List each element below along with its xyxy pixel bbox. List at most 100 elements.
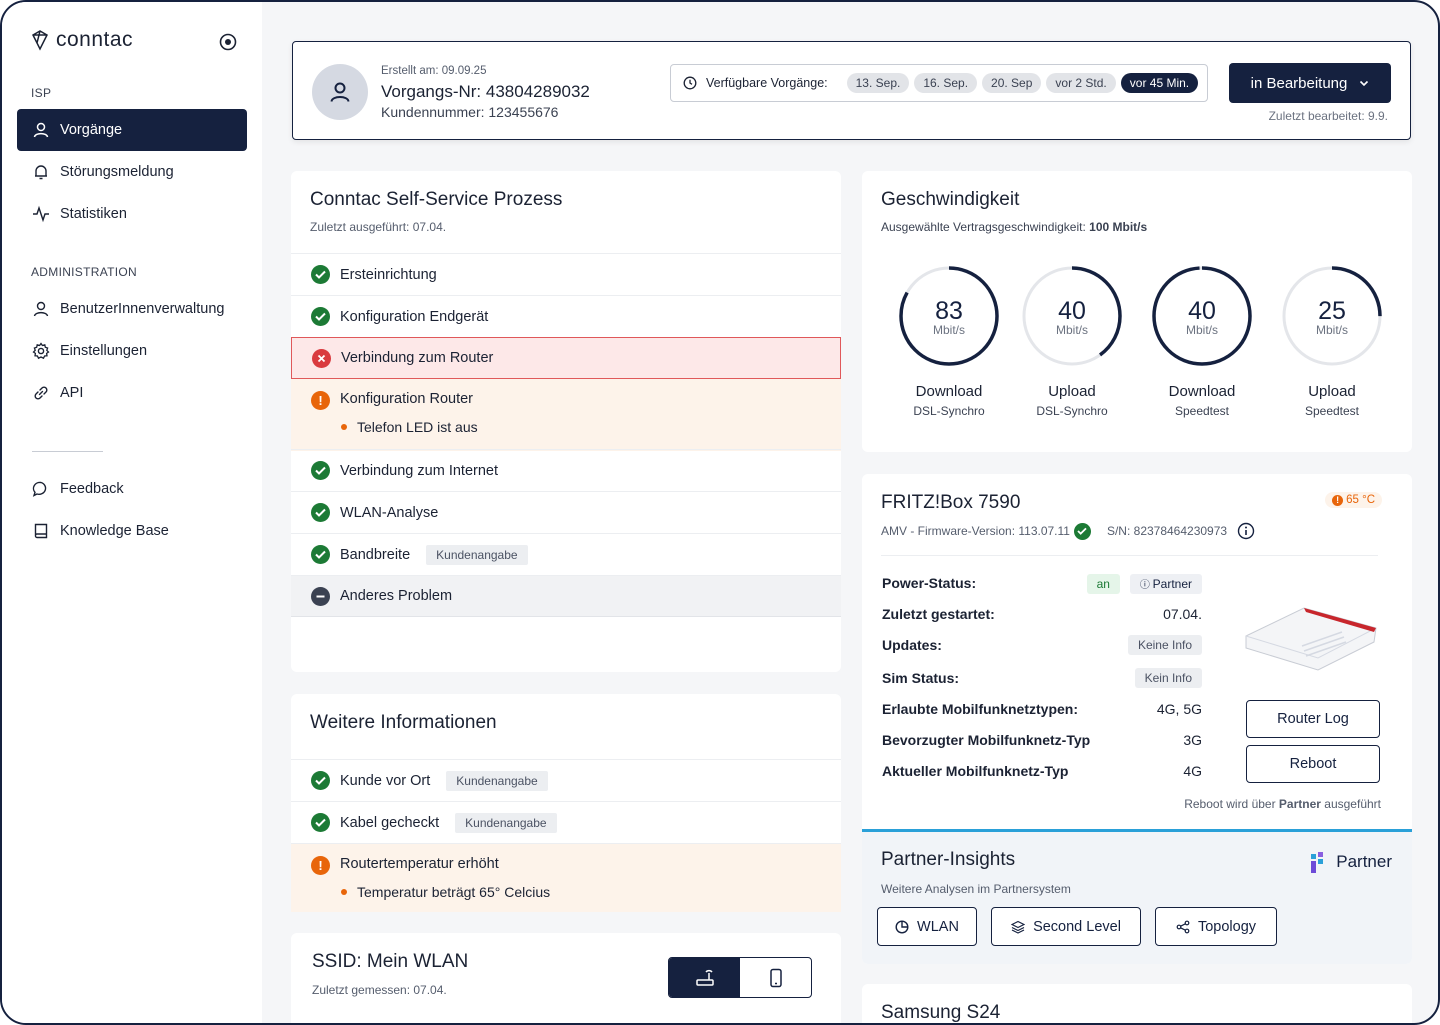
gauge-unit: Mbit/s <box>1055 323 1088 337</box>
info-detail-text: Temperatur beträgt 65° Celcius <box>357 884 551 900</box>
button-label: Reboot <box>1289 756 1337 772</box>
speed-gauge: 40 Mbit/s Upload DSL-Synchro <box>1019 263 1125 418</box>
process-step[interactable]: Verbindung zum Internet <box>291 449 841 491</box>
sidebar-item-vorgaenge[interactable]: Vorgänge <box>17 109 247 151</box>
info-icon[interactable] <box>1237 522 1255 540</box>
row-value: 07.04. <box>1163 606 1202 622</box>
sidebar-item-knowledge-base[interactable]: Knowledge Base <box>17 510 247 552</box>
gauge-value: 25 <box>1318 297 1346 325</box>
logo[interactable]: conntac <box>30 28 133 52</box>
router-toggle-option[interactable] <box>669 958 740 997</box>
sidebar: conntac ISP Vorgänge Störungsmeldung Sta… <box>2 2 262 1023</box>
router-info-row: Zuletzt gestartet: 07.04. <box>882 606 1202 622</box>
check-circle-icon <box>311 813 330 832</box>
case-chip[interactable]: vor 2 Std. <box>1046 73 1116 93</box>
case-chip[interactable]: 16. Sep. <box>914 73 978 93</box>
activity-icon <box>33 205 49 223</box>
case-number: Vorgangs-Nr: 43804289032 <box>381 82 590 101</box>
info-item[interactable]: Kunde vor Ort Kundenangabe <box>291 759 841 801</box>
sidebar-item-label: Statistiken <box>60 206 127 222</box>
router-image <box>1245 607 1377 671</box>
router-log-button[interactable]: Router Log <box>1246 700 1380 738</box>
sidebar-item-einstellungen[interactable]: Einstellungen <box>17 330 247 372</box>
button-label: Router Log <box>1277 711 1349 727</box>
reboot-note-pre: Reboot wird über <box>1184 797 1279 811</box>
card-title: Weitere Informationen <box>310 712 497 733</box>
further-info-card: Weitere Informationen Kunde vor Ort Kund… <box>291 694 841 912</box>
info-label: Kabel gecheckt <box>340 814 440 831</box>
speed-gauge: 83 Mbit/s Download DSL-Synchro <box>896 263 1002 418</box>
step-detail-text: Telefon LED ist aus <box>357 419 478 435</box>
case-header: Erstellt am: 09.09.25 Vorgangs-Nr: 43804… <box>292 41 1411 140</box>
sidebar-item-feedback[interactable]: Feedback <box>17 468 247 510</box>
book-icon <box>34 523 48 539</box>
row-key: Updates: <box>882 637 942 653</box>
smartphone-icon <box>769 968 782 987</box>
step-label: Bandbreite <box>340 546 411 563</box>
check-circle-icon <box>1073 522 1091 540</box>
power-status-value: an <box>1086 574 1120 594</box>
sidebar-item-benutzerverwaltung[interactable]: BenutzerInnenverwaltung <box>17 288 247 330</box>
sidebar-item-statistiken[interactable]: Statistiken <box>17 193 247 235</box>
avatar <box>312 64 368 120</box>
reboot-button[interactable]: Reboot <box>1246 745 1380 783</box>
device-toggle[interactable] <box>668 957 812 998</box>
router-icon <box>695 969 714 986</box>
case-chip-active[interactable]: vor 45 Min. <box>1120 73 1199 93</box>
process-step-warning[interactable]: ! Konfiguration Router Telefon LED ist a… <box>291 379 841 451</box>
second-level-button[interactable]: Second Level <box>991 907 1141 946</box>
topology-button[interactable]: Topology <box>1155 907 1277 946</box>
wlan-insights-button[interactable]: WLAN <box>877 907 977 946</box>
sidebar-item-label: Einstellungen <box>60 343 148 359</box>
self-service-process-card: Conntac Self-Service Prozess Zuletzt aus… <box>291 171 841 672</box>
chat-bubble-icon <box>32 481 47 497</box>
process-step-neutral[interactable]: Anderes Problem <box>291 575 841 617</box>
speed-gauge: 25 Mbit/s Upload Speedtest <box>1279 263 1385 418</box>
case-chip[interactable]: 13. Sep. <box>846 73 910 93</box>
row-value: Keine Info <box>1127 635 1202 655</box>
sidebar-item-api[interactable]: API <box>17 372 247 414</box>
gauge-value: 40 <box>1058 297 1086 325</box>
process-step[interactable]: Ersteinrichtung <box>291 253 841 295</box>
status-dropdown-button[interactable]: in Bearbeitung <box>1229 63 1391 103</box>
info-item[interactable]: Kabel gecheckt Kundenangabe <box>291 801 841 843</box>
reboot-note-post: ausgeführt <box>1320 797 1381 811</box>
info-label: Routertemperatur erhöht <box>340 856 499 872</box>
gauge-source: Speedtest <box>1174 404 1230 418</box>
case-chip[interactable]: 20. Sep <box>982 73 1042 93</box>
row-value: 4G, 5G <box>1156 701 1202 717</box>
process-step-error[interactable]: Verbindung zum Router <box>291 337 841 379</box>
partner-insights-subtitle: Weitere Analysen im Partnersystem <box>881 882 1071 896</box>
button-label: Second Level <box>1033 918 1121 935</box>
check-circle-icon <box>311 503 330 522</box>
logo-text: conntac <box>56 28 134 51</box>
router-info-row: Updates: Keine Info <box>882 635 1202 655</box>
row-value: Kein Info <box>1134 668 1202 688</box>
gauge-unit: Mbit/s <box>1185 323 1218 337</box>
target-icon[interactable] <box>218 32 238 52</box>
reboot-note-partner: Partner <box>1278 797 1321 811</box>
info-item-warning[interactable]: ! Routertemperatur erhöht Temperatur bet… <box>291 843 841 912</box>
process-step[interactable]: Konfiguration Endgerät <box>291 295 841 337</box>
card-title: SSID: Mein WLAN <box>312 951 469 972</box>
speed-gauge: 40 Mbit/s Download Speedtest <box>1149 263 1255 418</box>
sidebar-item-stoerungsmeldung[interactable]: Störungsmeldung <box>17 151 247 193</box>
phone-toggle-option[interactable] <box>740 958 811 997</box>
step-label: Verbindung zum Router <box>341 350 494 366</box>
customer-input-tag: Kundenangabe <box>446 770 548 791</box>
partner-insights: Partner-Insights Weitere Analysen im Par… <box>862 829 1412 964</box>
reboot-note: Reboot wird über Partner ausgeführt <box>1184 797 1381 811</box>
card-title: Conntac Self-Service Prozess <box>310 189 563 210</box>
bullet-dot <box>341 889 347 895</box>
clock-icon <box>683 76 697 90</box>
gauge-source: DSL-Synchro <box>913 404 985 418</box>
wlan-card: SSID: Mein WLAN Zuletzt gemessen: 07.04. <box>291 933 841 1023</box>
gauge-value: 40 <box>1188 297 1216 325</box>
router-info-row: Bevorzugter Mobilfunknetz-Typ 3G <box>882 732 1202 748</box>
step-label: Konfiguration Router <box>340 391 473 407</box>
serial-number: S/N: 82378464230973 <box>1106 524 1228 538</box>
firmware-version: AMV - Firmware-Version: 113.07.11 <box>881 524 1070 538</box>
process-step[interactable]: WLAN-Analyse <box>291 491 841 533</box>
process-step[interactable]: Bandbreite Kundenangabe <box>291 533 841 575</box>
info-icon: ⓘ <box>1139 580 1153 591</box>
